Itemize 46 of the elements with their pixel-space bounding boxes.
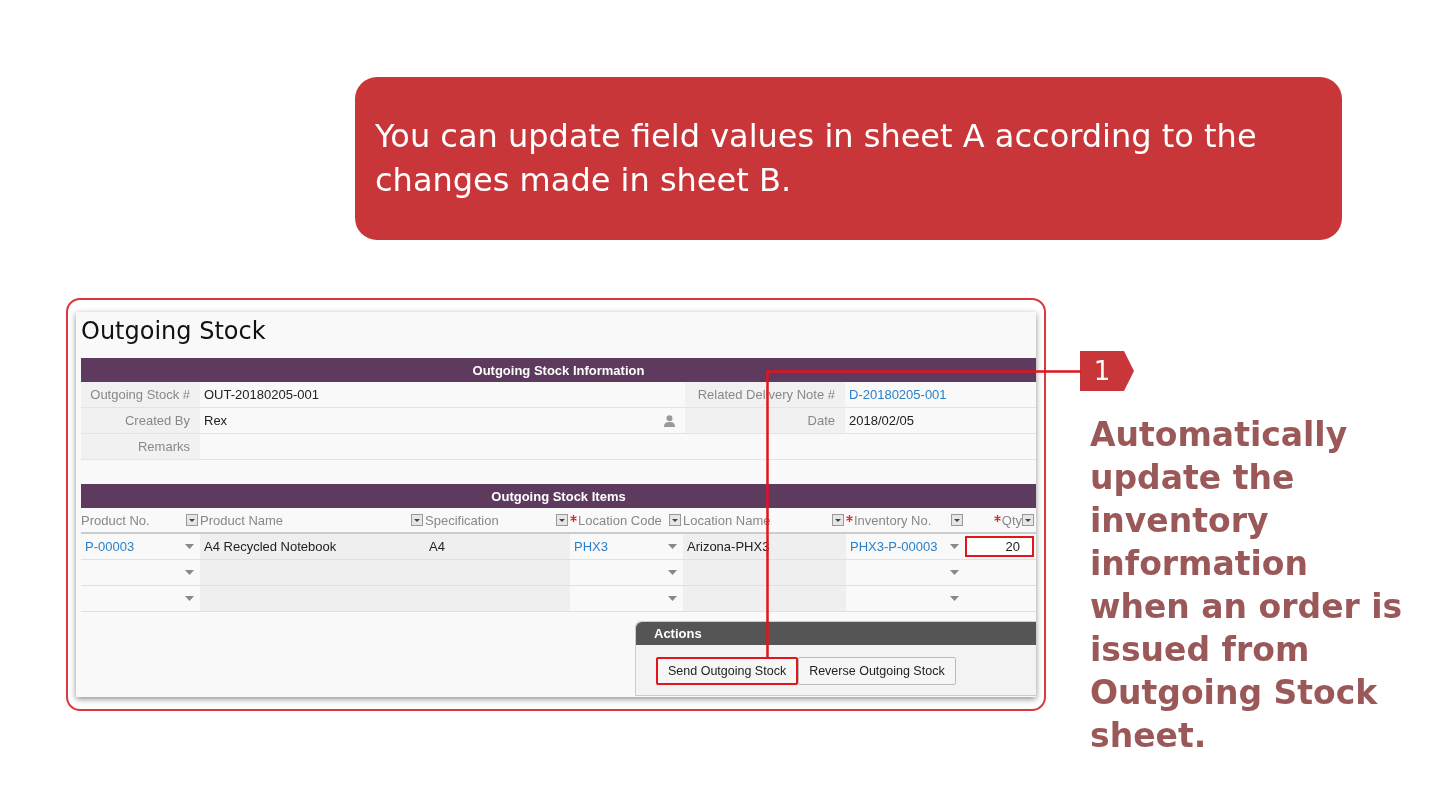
- caret-icon[interactable]: [950, 544, 959, 549]
- filter-dropdown-icon[interactable]: [411, 514, 423, 526]
- table-cell: A4: [425, 534, 570, 559]
- value-text: OUT-20180205-001: [204, 386, 319, 404]
- table-cell[interactable]: 20: [965, 536, 1034, 557]
- action-button[interactable]: Reverse Outgoing Stock: [798, 657, 956, 685]
- table-cell: A4 Recycled Notebook: [200, 534, 425, 559]
- caret-icon[interactable]: [668, 596, 677, 601]
- field-label: Date: [685, 408, 845, 433]
- caret-icon[interactable]: [185, 570, 194, 575]
- caret-icon[interactable]: [950, 570, 959, 575]
- value-text: Rex: [204, 412, 228, 430]
- banner-message: You can update field values in sheet A according to the changes made in sheet B.: [355, 77, 1342, 240]
- record-link[interactable]: D-20180205-001: [849, 382, 947, 407]
- form-title: Outgoing Stock: [81, 316, 267, 347]
- column-header: Qty: [965, 508, 1036, 532]
- field-label: Remarks: [81, 434, 200, 459]
- field-label: Created By: [81, 408, 200, 433]
- filter-dropdown-icon[interactable]: [1022, 514, 1034, 526]
- value-text: 2018/02/05: [849, 412, 915, 430]
- panel-header: Actions: [636, 622, 1036, 645]
- section-header: Outgoing Stock Information: [81, 358, 1036, 382]
- column-header: Product Name: [200, 508, 425, 532]
- user-icon[interactable]: [664, 414, 675, 427]
- section-header: Outgoing Stock Items: [81, 484, 1036, 508]
- caret-icon[interactable]: [185, 596, 194, 601]
- caret-icon[interactable]: [185, 544, 194, 549]
- column-header: Product No.: [81, 508, 200, 532]
- caret-icon[interactable]: [668, 570, 677, 575]
- field-label: Outgoing Stock #: [81, 382, 200, 407]
- table-cell[interactable]: PHX3: [570, 534, 683, 559]
- filter-dropdown-icon[interactable]: [556, 514, 568, 526]
- caret-icon[interactable]: [950, 596, 959, 601]
- callout-text: Automatically update the inventory information when an order is issued from Outgoing Stock sheet.: [1090, 414, 1404, 757]
- table-cell[interactable]: PHX3-P-00003: [846, 534, 965, 559]
- column-header: Inventory No.: [846, 508, 965, 532]
- step-badge: 1: [1080, 351, 1134, 391]
- caret-icon[interactable]: [668, 544, 677, 549]
- action-button[interactable]: Send Outgoing Stock: [656, 657, 799, 685]
- table-cell[interactable]: P-00003: [81, 534, 200, 559]
- column-header: Specification: [425, 508, 570, 532]
- filter-dropdown-icon[interactable]: [832, 514, 844, 526]
- column-header: Location Code: [570, 508, 683, 532]
- filter-dropdown-icon[interactable]: [951, 514, 963, 526]
- filter-dropdown-icon[interactable]: [669, 514, 681, 526]
- filter-dropdown-icon[interactable]: [186, 514, 198, 526]
